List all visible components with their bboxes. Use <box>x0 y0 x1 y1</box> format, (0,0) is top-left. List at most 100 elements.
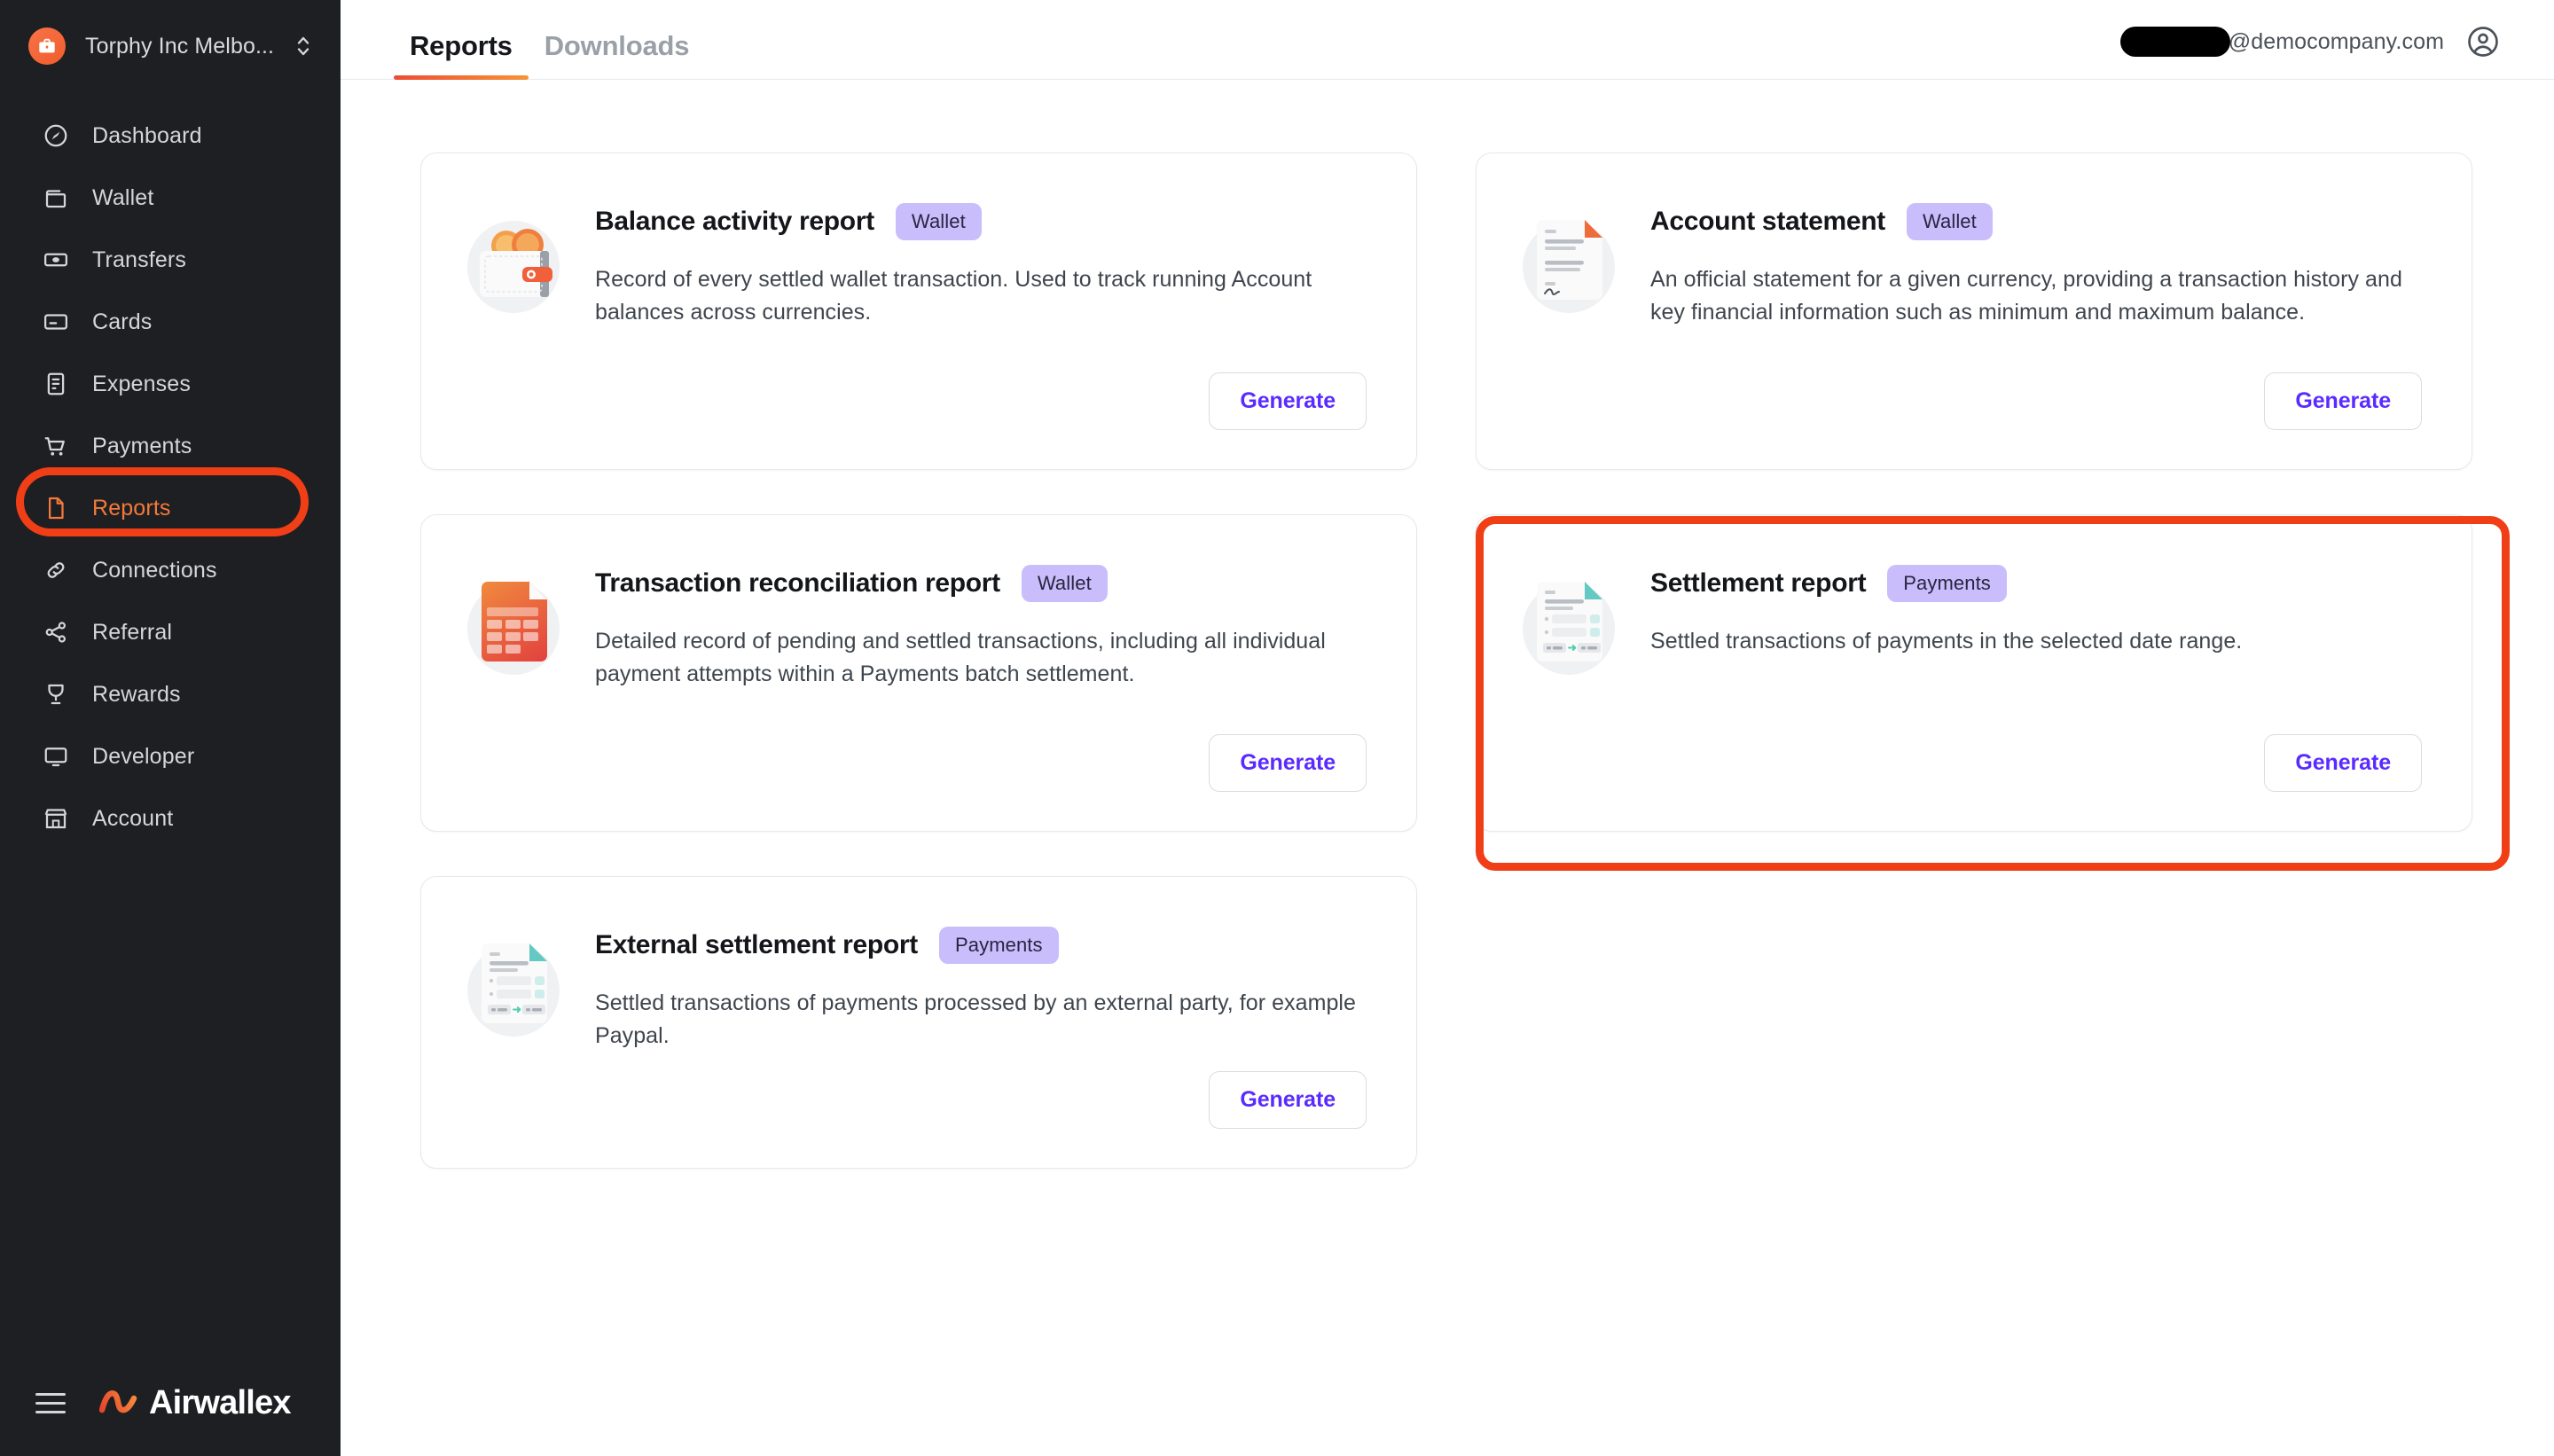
sidebar-item-label: Transfers <box>92 247 187 272</box>
user-email: @democompany.com <box>2119 27 2444 57</box>
tab-reports[interactable]: Reports <box>394 30 529 80</box>
sidebar-item-label: Referral <box>92 619 173 645</box>
status-badge: Payments <box>938 927 1059 964</box>
reports-grid-container: Balance activity report Wallet Record of… <box>341 80 2554 1456</box>
org-switcher[interactable]: Torphy Inc Melbo... <box>0 7 341 85</box>
sidebar-item-referral[interactable]: Referral <box>20 601 321 663</box>
card-description: Settled transactions of payments process… <box>595 990 1356 1048</box>
sidebar-item-cards[interactable]: Cards <box>20 291 321 353</box>
report-card-external-settlement[interactable]: External settlement report Payments Sett… <box>420 876 1417 1169</box>
sidebar: Torphy Inc Melbo... Dashboard Wallet Tra… <box>0 0 341 1456</box>
redaction-bar <box>2119 27 2230 57</box>
airwallex-logo-icon <box>98 1386 140 1421</box>
receipt-icon <box>41 369 71 399</box>
org-name: Torphy Inc Melbo... <box>85 33 275 59</box>
card-header: Transaction reconciliation report Wallet <box>595 565 1367 602</box>
sidebar-item-dashboard[interactable]: Dashboard <box>20 105 321 167</box>
sidebar-item-label: Rewards <box>92 681 181 707</box>
card-actions: Generate <box>595 372 1367 430</box>
generate-button[interactable]: Generate <box>1209 1071 1367 1129</box>
card-body: Transaction reconciliation report Wallet… <box>595 554 1367 792</box>
card-header: External settlement report Payments <box>595 927 1367 964</box>
card-description: An official statement for a given curren… <box>1650 267 2402 325</box>
card-body: External settlement report Payments Sett… <box>595 916 1367 1129</box>
sidebar-item-label: Wallet <box>92 184 154 210</box>
document-settlement-icon <box>1516 572 1626 682</box>
card-body: Account statement Wallet An official sta… <box>1650 192 2422 430</box>
brand-name: Airwallex <box>149 1383 291 1421</box>
sidebar-item-label: Connections <box>92 557 217 583</box>
sidebar-footer: Airwallex <box>0 1350 341 1456</box>
sidebar-item-reports[interactable]: Reports <box>20 477 321 539</box>
brand-logo: Airwallex <box>98 1383 291 1422</box>
monitor-icon <box>41 741 71 771</box>
generate-button[interactable]: Generate <box>1209 372 1367 430</box>
card-actions: Generate <box>595 734 1367 792</box>
document-icon <box>41 493 71 523</box>
shopping-cart-icon <box>41 431 71 461</box>
report-card-account-statement[interactable]: Account statement Wallet An official sta… <box>1476 153 2472 470</box>
banknote-icon <box>41 245 71 275</box>
generate-button[interactable]: Generate <box>2264 372 2422 430</box>
card-title: Transaction reconciliation report <box>595 568 1000 598</box>
status-badge: Wallet <box>1906 203 1993 240</box>
sidebar-item-account[interactable]: Account <box>20 787 321 849</box>
sidebar-item-transfers[interactable]: Transfers <box>20 229 321 291</box>
card-actions: Generate <box>1650 372 2422 430</box>
card-title: Balance activity report <box>595 207 874 236</box>
user-circle-icon[interactable] <box>2465 24 2501 59</box>
card-body: Settlement report Payments Settled trans… <box>1650 554 2422 792</box>
sidebar-item-label: Reports <box>92 495 171 521</box>
document-table-red-icon <box>460 572 570 682</box>
document-signature-icon <box>1516 210 1626 320</box>
chevron-up-down-icon[interactable] <box>294 32 312 60</box>
main-content: Reports Downloads @democompany.com Balan… <box>341 0 2554 1456</box>
sidebar-item-label: Expenses <box>92 371 191 396</box>
status-badge: Wallet <box>895 203 982 240</box>
card-title: Account statement <box>1650 207 1885 236</box>
user-email-domain: @democompany.com <box>2228 28 2444 54</box>
report-card-balance-activity[interactable]: Balance activity report Wallet Record of… <box>420 153 1417 470</box>
card-title: External settlement report <box>595 930 918 959</box>
sidebar-item-expenses[interactable]: Expenses <box>20 353 321 415</box>
sidebar-item-label: Dashboard <box>92 122 202 148</box>
card-description: Record of every settled wallet transacti… <box>595 267 1312 325</box>
link-icon <box>41 555 71 585</box>
report-card-settlement[interactable]: Settlement report Payments Settled trans… <box>1476 514 2472 832</box>
topbar-right: @democompany.com <box>2119 24 2501 79</box>
card-description: Detailed record of pending and settled t… <box>595 629 1326 686</box>
sidebar-nav: Dashboard Wallet Transfers Cards Expense… <box>0 105 341 849</box>
sidebar-item-developer[interactable]: Developer <box>20 725 321 787</box>
status-badge: Wallet <box>1021 565 1108 602</box>
card-title: Settlement report <box>1650 568 1867 598</box>
card-header: Account statement Wallet <box>1650 203 2422 240</box>
card-body: Balance activity report Wallet Record of… <box>595 192 1367 430</box>
report-card-transaction-reconciliation[interactable]: Transaction reconciliation report Wallet… <box>420 514 1417 832</box>
briefcase-icon <box>28 27 66 65</box>
sidebar-item-label: Developer <box>92 743 195 769</box>
card-actions: Generate <box>1650 734 2422 792</box>
sidebar-item-wallet[interactable]: Wallet <box>20 167 321 229</box>
card-actions: Generate <box>595 1071 1367 1129</box>
hamburger-menu-icon[interactable] <box>35 1392 66 1413</box>
topbar: Reports Downloads @democompany.com <box>341 0 2554 80</box>
card-header: Balance activity report Wallet <box>595 203 1367 240</box>
reports-page: Torphy Inc Melbo... Dashboard Wallet Tra… <box>0 0 2554 1456</box>
generate-button[interactable]: Generate <box>1209 734 1367 792</box>
document-settlement-icon <box>460 934 570 1044</box>
wallet-icon <box>41 183 71 213</box>
generate-button[interactable]: Generate <box>2264 734 2422 792</box>
sidebar-item-label: Account <box>92 805 174 831</box>
sidebar-item-rewards[interactable]: Rewards <box>20 663 321 725</box>
card-header: Settlement report Payments <box>1650 565 2422 602</box>
sidebar-item-label: Payments <box>92 433 192 458</box>
storefront-icon <box>41 803 71 834</box>
credit-card-icon <box>41 307 71 337</box>
status-badge: Payments <box>1887 565 2007 602</box>
sidebar-item-connections[interactable]: Connections <box>20 539 321 601</box>
sidebar-item-payments[interactable]: Payments <box>20 415 321 477</box>
tab-downloads[interactable]: Downloads <box>529 30 706 79</box>
wallet-coins-icon <box>460 210 570 320</box>
reports-grid: Balance activity report Wallet Record of… <box>341 153 2554 1169</box>
tab-bar: Reports Downloads <box>394 30 706 80</box>
